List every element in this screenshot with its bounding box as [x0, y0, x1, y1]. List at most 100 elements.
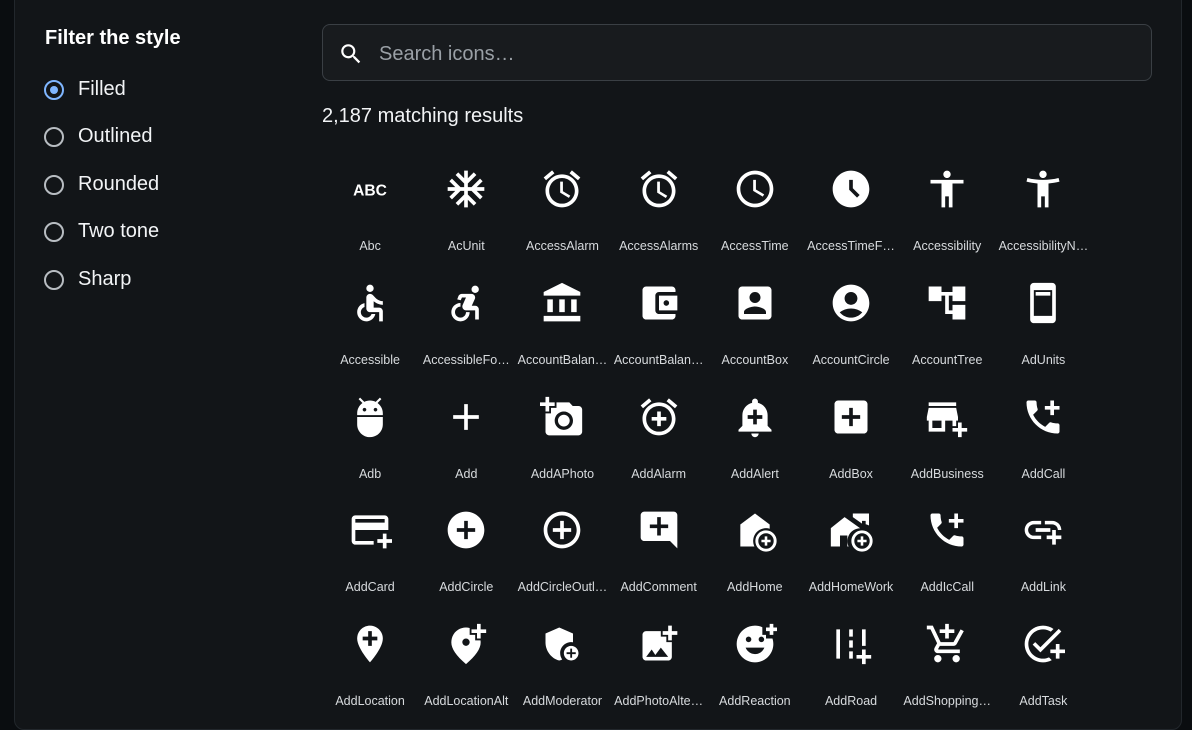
icon-label: AddHomeWork [808, 580, 894, 595]
icon-card[interactable]: AddHome [707, 501, 803, 615]
add-photo-alternate-icon [637, 622, 681, 666]
add-alarm-icon [637, 395, 681, 439]
icon-label: AddRoad [824, 694, 878, 709]
icon-card[interactable]: AddHomeWork [803, 501, 899, 615]
ad-units-icon [1021, 281, 1065, 325]
icon-card[interactable]: AddBox [803, 388, 899, 502]
icon-card[interactable]: AccessTime [707, 160, 803, 274]
icon-label: Add [455, 466, 478, 481]
icon-card[interactable]: AccountBox [707, 274, 803, 388]
add-a-photo-icon [540, 395, 584, 439]
icon-card[interactable]: AddAPhoto [514, 388, 610, 502]
radio-unchecked-icon[interactable] [44, 221, 64, 242]
icon-card[interactable]: AddCircle [418, 501, 514, 615]
style-option-sharp[interactable]: Sharp [44, 268, 131, 291]
adb-icon [348, 395, 392, 439]
radio-unchecked-icon[interactable] [44, 126, 64, 147]
icon-card[interactable]: AddIcCall [899, 501, 995, 615]
radio-unchecked-icon[interactable] [44, 174, 64, 195]
icon-card[interactable]: AccountBalan… [611, 274, 707, 388]
icon-card[interactable]: Accessibility [899, 160, 995, 274]
icon-card[interactable]: AddAlarm [611, 388, 707, 502]
icon-card[interactable]: AddCall [995, 388, 1091, 502]
access-time-icon [733, 167, 777, 211]
style-option-label: Filled [78, 78, 126, 100]
account-balance-wallet-icon [637, 281, 681, 325]
icon-card[interactable]: Adb [322, 388, 418, 502]
icon-card[interactable]: Accessible [322, 274, 418, 388]
style-option-outlined[interactable]: Outlined [44, 125, 153, 148]
icon-label: AddCircleOutl… [517, 580, 608, 595]
icon-card[interactable]: AccountCircle [803, 274, 899, 388]
icon-card[interactable]: AccessTimeF… [803, 160, 899, 274]
icon-card[interactable]: AddLocation [322, 615, 418, 729]
add-home-work-icon [829, 508, 873, 553]
icon-card[interactable]: AddLink [995, 501, 1091, 615]
add-road-icon [829, 622, 873, 666]
icon-label: AccessibilityN… [998, 239, 1089, 253]
icon-card[interactable]: AddShopping… [899, 615, 995, 729]
icon-card[interactable]: AccountTree [899, 274, 995, 388]
accessibility-icon [925, 167, 969, 211]
icon-card[interactable]: AccessibleFo… [418, 274, 514, 388]
icon-label: AddPhotoAlte… [614, 694, 704, 709]
icon-label: AccountTree [912, 352, 983, 367]
icon-label: AddAlarm [631, 466, 687, 481]
add-icon [444, 395, 488, 439]
style-option-two-tone[interactable]: Two tone [44, 220, 159, 243]
accessible-forward-icon [444, 281, 488, 325]
icon-card[interactable]: AddCard [322, 501, 418, 615]
icon-card[interactable]: AddAlert [707, 388, 803, 502]
icon-card[interactable]: AccountBalan… [514, 274, 610, 388]
add-link-icon [1021, 508, 1065, 552]
icon-card[interactable]: ABC Abc [322, 160, 418, 274]
filter-title: Filter the style [45, 27, 181, 49]
icon-card[interactable]: AccessAlarms [611, 160, 707, 274]
icon-card[interactable]: AddBusiness [899, 388, 995, 502]
search-input[interactable] [377, 37, 1141, 71]
accessible-icon [348, 281, 392, 325]
style-option-label: Outlined [78, 125, 153, 147]
add-circle-icon [444, 508, 488, 552]
icon-label: AccessAlarms [619, 239, 699, 253]
access-alarm-icon [540, 167, 584, 211]
icon-label: AddAlert [730, 466, 779, 481]
add-moderator-icon [540, 622, 584, 666]
icon-card[interactable]: AddTask [995, 615, 1091, 729]
icon-card[interactable]: AddLocationAlt [418, 615, 514, 729]
icon-card[interactable]: AdUnits [995, 274, 1091, 388]
abc-icon: ABC [348, 167, 392, 211]
icon-label: AddModerator [522, 694, 603, 709]
icon-card[interactable]: AddCircleOutl… [514, 501, 610, 615]
style-option-label: Two tone [78, 220, 160, 242]
add-card-icon [348, 508, 393, 552]
search-icon [341, 44, 361, 64]
icon-card[interactable]: AddPhotoAlte… [611, 615, 707, 729]
svg-text:ABC: ABC [353, 182, 387, 199]
icon-label: AddLocationAlt [424, 694, 509, 709]
icon-card[interactable]: Add [418, 388, 514, 502]
icon-label: Adb [358, 466, 382, 481]
icon-card[interactable]: AddModerator [514, 615, 610, 729]
add-comment-icon [637, 508, 681, 552]
add-box-icon [829, 395, 873, 439]
accessibility-new-icon [1021, 167, 1065, 211]
style-option-rounded[interactable]: Rounded [44, 173, 159, 196]
icon-grid: ABC Abc AcUnit AccessAlarm AccessAlarms A… [322, 160, 1092, 729]
icon-card[interactable]: AddComment [611, 501, 707, 615]
icon-card[interactable]: AddRoad [803, 615, 899, 729]
icon-label: Accessibility [913, 239, 982, 253]
icon-card[interactable]: AcUnit [418, 160, 514, 274]
account-balance-icon [540, 281, 584, 325]
icon-label: Abc [359, 239, 381, 253]
search-box[interactable] [322, 24, 1152, 81]
radio-unchecked-icon[interactable] [44, 269, 64, 290]
icon-card[interactable]: AccessibilityN… [995, 160, 1091, 274]
icon-card[interactable]: AddReaction [707, 615, 803, 729]
icon-label: AddIcCall [920, 580, 974, 595]
icon-label: AddBusiness [910, 466, 984, 481]
icon-card[interactable]: AccessAlarm [514, 160, 610, 274]
icon-label: AddLocation [335, 694, 405, 709]
radio-checked-icon[interactable] [44, 79, 64, 100]
style-option-filled[interactable]: Filled [44, 78, 126, 101]
